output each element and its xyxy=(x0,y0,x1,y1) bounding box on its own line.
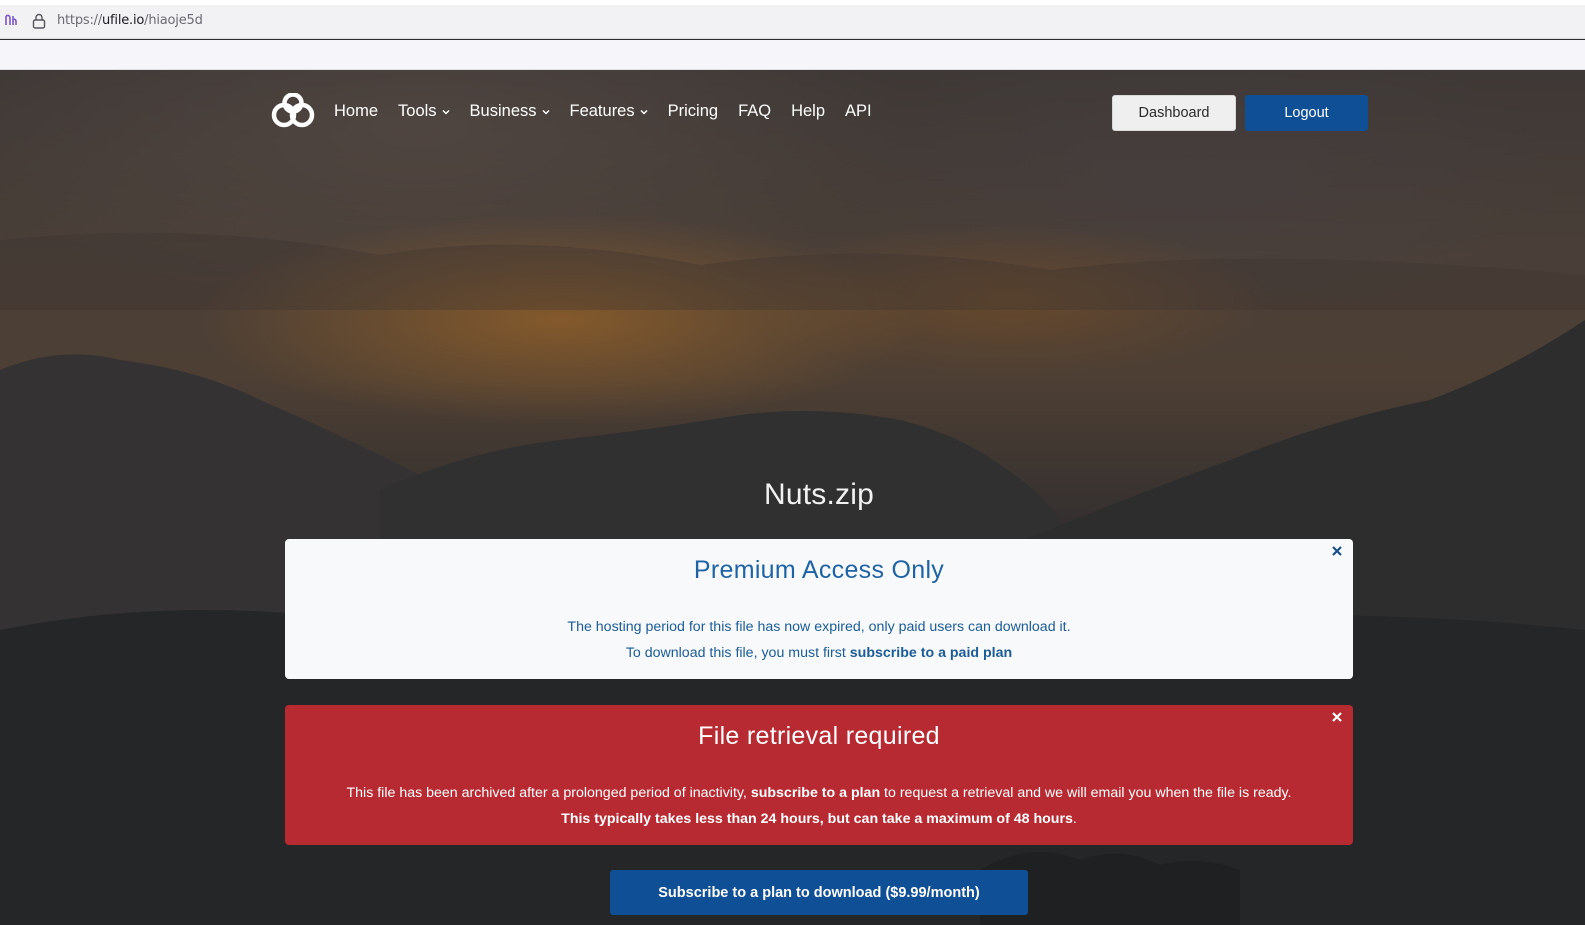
url-scheme: https:// xyxy=(57,13,102,28)
nav-item-label: FAQ xyxy=(738,101,772,120)
address-url[interactable]: https://ufile.io/hiaoje5d xyxy=(57,13,203,28)
nav-item-label: Tools xyxy=(398,101,437,120)
chevron-down-icon xyxy=(541,109,550,115)
nav-item-label: Features xyxy=(569,101,635,120)
nav-item-help[interactable]: Help xyxy=(791,102,825,121)
retrieval-message-prefix: This file has been archived after a prol… xyxy=(346,785,751,801)
premium-card-instruction-text: To download this file, you must first xyxy=(625,645,850,661)
chevron-down-icon xyxy=(640,109,648,115)
ufile-logo[interactable] xyxy=(270,93,316,129)
subscribe-paid-plan-link[interactable]: subscribe to a paid plan xyxy=(850,645,1012,661)
subscribe-download-button[interactable]: Subscribe to a plan to download ($9.99/m… xyxy=(610,870,1028,915)
chevron-down-icon xyxy=(442,109,450,115)
premium-card-instruction: To download this file, you must first su… xyxy=(285,645,1353,661)
retrieval-timing-period: . xyxy=(1072,811,1077,827)
dashboard-button[interactable]: Dashboard xyxy=(1112,95,1236,131)
logout-button[interactable]: Logout xyxy=(1245,95,1368,131)
nav-item-label: Pricing xyxy=(667,101,719,120)
bookmarks-bar xyxy=(0,40,1585,70)
retrieval-card-timing: This typically takes less than 24 hours,… xyxy=(285,811,1353,827)
nav-item-api[interactable]: API xyxy=(845,102,872,121)
retrieval-timing-text: This typically takes less than 24 hours,… xyxy=(561,811,1073,827)
premium-access-card: Premium Access Only The hosting period f… xyxy=(285,539,1353,679)
nav-item-label: Home xyxy=(334,101,379,120)
premium-card-heading: Premium Access Only xyxy=(693,556,945,584)
premium-card-message: The hosting period for this file has now… xyxy=(567,619,1071,635)
main-nav: Home Tools Business Features Pricing FAQ… xyxy=(334,100,892,122)
nav-item-tools[interactable]: Tools xyxy=(398,102,450,121)
file-name-title: Nuts.zip xyxy=(764,478,874,511)
nav-item-faq[interactable]: FAQ xyxy=(738,102,771,121)
url-path: /hiaoje5d xyxy=(144,13,203,28)
nav-item-home[interactable]: Home xyxy=(334,102,378,121)
nav-item-business[interactable]: Business xyxy=(470,102,550,121)
file-retrieval-card: File retrieval required This file has be… xyxy=(285,705,1353,845)
extension-icon[interactable] xyxy=(4,13,18,29)
nav-item-label: Help xyxy=(791,101,826,120)
address-bar[interactable]: https://ufile.io/hiaoje5d xyxy=(0,5,1585,39)
lock-icon xyxy=(32,13,46,29)
nav-item-label: Business xyxy=(469,101,537,120)
close-icon[interactable] xyxy=(1331,545,1343,557)
nav-item-features[interactable]: Features xyxy=(570,102,648,121)
retrieval-card-heading: File retrieval required xyxy=(698,722,940,750)
retrieval-message-suffix: to request a retrieval and we will email… xyxy=(880,785,1292,801)
retrieval-card-message: This file has been archived after a prol… xyxy=(285,785,1353,801)
nav-item-pricing[interactable]: Pricing xyxy=(668,102,718,121)
nav-item-label: API xyxy=(845,101,872,120)
url-host: ufile.io xyxy=(102,13,145,28)
close-icon[interactable] xyxy=(1331,711,1343,723)
subscribe-plan-link[interactable]: subscribe to a plan xyxy=(751,785,880,801)
